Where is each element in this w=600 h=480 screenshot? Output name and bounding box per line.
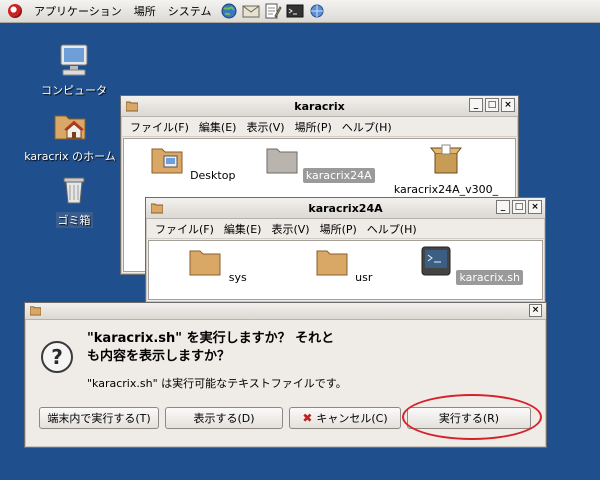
menu-help[interactable]: ヘルプ(H) [362,221,422,237]
window-titlebar[interactable]: karacrix _ □ × [121,96,518,117]
web-browser-icon[interactable] [219,2,239,20]
terminal-icon[interactable] [285,2,305,20]
desktop-computer[interactable]: コンピュータ [24,42,124,98]
file-item-karacrix24a[interactable]: karacrix24A [250,143,390,183]
trash-icon [56,172,92,208]
file-label: Desktop [190,169,236,182]
folder-icon [189,250,221,276]
maximize-button[interactable]: □ [512,200,526,214]
home-folder-icon [52,108,88,144]
archive-icon [429,144,463,174]
folder-icon [126,101,138,112]
distro-logo-icon[interactable] [8,4,22,18]
window-title: karacrix [294,99,345,113]
menu-go[interactable]: 場所(P) [315,221,362,237]
close-button[interactable]: × [529,304,542,317]
network-icon[interactable] [307,2,327,20]
menu-places[interactable]: 場所 [128,3,162,19]
cancel-icon: ✖ [302,411,313,425]
top-panel: アプリケーション 場所 システム [0,0,600,23]
desktop-trash[interactable]: ゴミ箱 [24,172,124,228]
menu-edit[interactable]: 編集(E) [219,221,267,237]
window-menubar: ファイル(F) 編集(E) 表示(V) 場所(P) ヘルプ(H) [121,117,518,137]
window-title: karacrix24A [308,201,383,215]
desktop-icon-label: ゴミ箱 [55,212,93,228]
file-item-desktop[interactable]: Desktop [124,143,264,183]
file-item-usr[interactable]: usr [275,245,415,285]
maximize-button[interactable]: □ [485,98,499,112]
menu-applications[interactable]: アプリケーション [28,3,128,19]
menu-file[interactable]: ファイル(F) [125,119,194,135]
window-menubar: ファイル(F) 編集(E) 表示(V) 場所(P) ヘルプ(H) [146,219,545,239]
folder-icon [266,148,298,174]
file-label: karacrix24A_v300_ [393,183,499,196]
cancel-button[interactable]: ✖ キャンセル(C) [289,407,401,429]
script-file-icon [421,246,451,276]
desktop-home[interactable]: karacrix のホーム [20,108,120,164]
file-item-archive[interactable]: karacrix24A_v300_ [376,143,515,197]
file-label: karacrix.sh [456,270,524,285]
file-label: usr [355,271,373,284]
file-item-karacrix-sh[interactable]: karacrix.sh [401,245,541,285]
folder-icon [316,250,348,276]
menu-help[interactable]: ヘルプ(H) [337,119,397,135]
window-titlebar[interactable]: karacrix24A _ □ × [146,198,545,219]
dialog-heading: "karacrix.sh" を実行しますか？ それと も内容を表示しますか？ [87,331,335,364]
menu-view[interactable]: 表示(V) [241,119,289,135]
email-icon[interactable] [241,2,261,20]
folder-icon [151,148,183,174]
file-label: sys [228,271,247,284]
file-label: karacrix24A [302,168,375,183]
run-dialog: × ? "karacrix.sh" を実行しますか？ それと も内容を表示します… [24,302,547,448]
folder-icon [30,306,41,316]
menu-view[interactable]: 表示(V) [266,221,314,237]
close-button[interactable]: × [528,200,542,214]
dialog-subtext: "karacrix.sh" は実行可能なテキストファイルです。 [87,377,347,390]
svg-text:?: ? [51,345,63,369]
dialog-titlebar[interactable]: × [25,303,546,320]
file-item-sys[interactable]: sys [149,245,289,285]
text-editor-icon[interactable] [263,2,283,20]
desktop-icon-label: コンピュータ [41,84,107,97]
minimize-button[interactable]: _ [469,98,483,112]
display-button[interactable]: 表示する(D) [165,407,283,429]
computer-icon [56,42,92,78]
menu-file[interactable]: ファイル(F) [150,221,219,237]
menu-go[interactable]: 場所(P) [290,119,337,135]
window-karacrix24a: karacrix24A _ □ × ファイル(F) 編集(E) 表示(V) 場所… [145,197,546,303]
close-button[interactable]: × [501,98,515,112]
run-in-terminal-button[interactable]: 端末内で実行する(T) [39,407,159,429]
minimize-button[interactable]: _ [496,200,510,214]
desktop-icon-label: karacrix のホーム [24,150,116,163]
folder-icon [151,203,163,214]
menu-system[interactable]: システム [162,3,218,19]
menu-edit[interactable]: 編集(E) [194,119,242,135]
question-icon: ? [41,341,73,373]
file-view: sys usr karacrix.sh [148,240,543,300]
run-button[interactable]: 実行する(R) [407,407,531,429]
